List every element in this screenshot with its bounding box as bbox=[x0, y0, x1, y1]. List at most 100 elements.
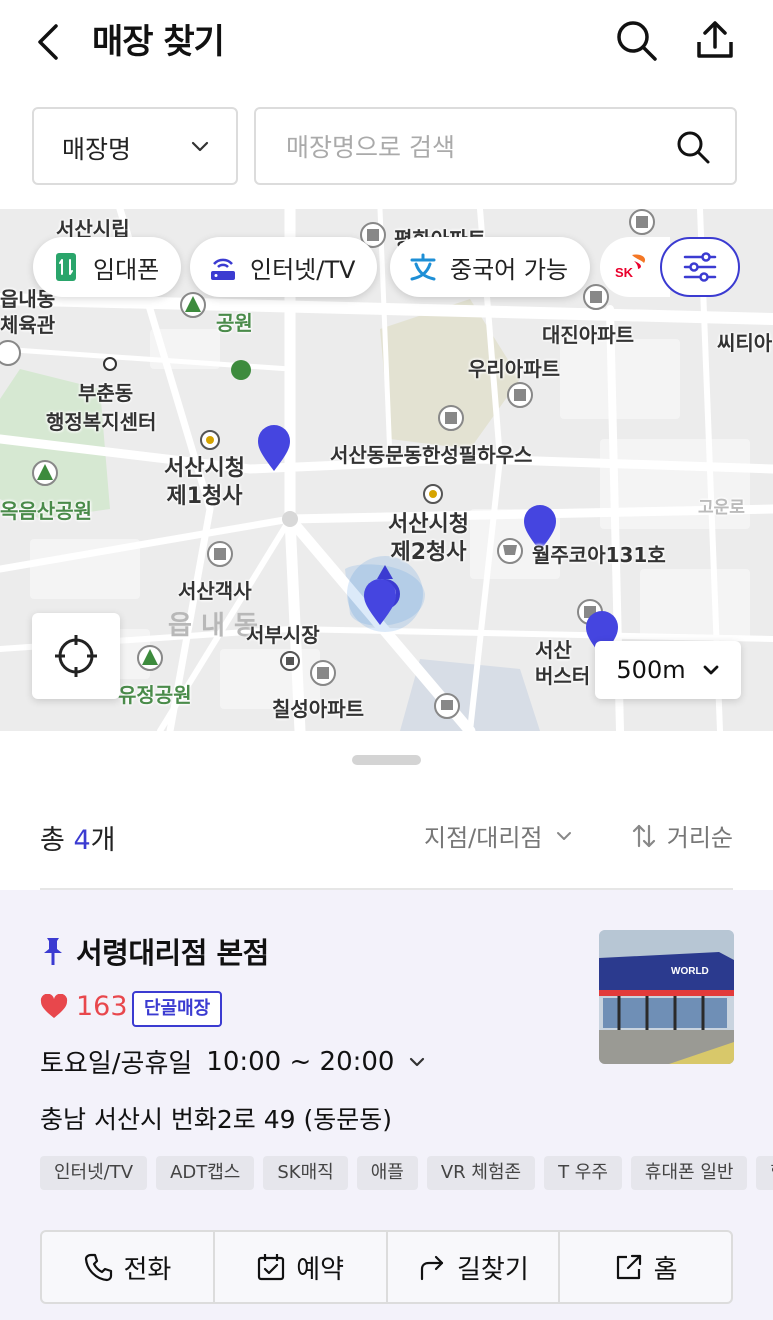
search-type-select[interactable]: 매장명 bbox=[32, 107, 238, 185]
router-icon bbox=[208, 252, 238, 282]
directions-label: 길찾기 bbox=[456, 1254, 529, 1285]
reserve-button[interactable]: 예약 bbox=[215, 1232, 388, 1302]
directions-arrow-icon bbox=[420, 1255, 444, 1281]
filter-chip-chinese[interactable]: 중국어 가능 bbox=[390, 237, 591, 297]
crosshair-icon bbox=[55, 635, 97, 677]
hours-time: 10:00 ~ 20:00 bbox=[206, 1046, 395, 1077]
external-link-icon bbox=[616, 1254, 641, 1280]
sk-logo-text: SK bbox=[615, 265, 634, 279]
sk-logo-icon: SK bbox=[614, 251, 654, 283]
filter-chip-label: 인터넷/TV bbox=[250, 255, 356, 284]
homepage-button[interactable]: 홈 bbox=[560, 1232, 731, 1302]
map-label: 서산시청 제1청사 bbox=[164, 456, 245, 509]
header-search-button[interactable] bbox=[614, 18, 660, 64]
store-title: 서령대리점 본점 bbox=[40, 930, 269, 972]
search-icon[interactable] bbox=[675, 129, 711, 165]
map-label: 서산시청 제2청사 bbox=[388, 512, 469, 565]
chevron-down-icon bbox=[556, 831, 571, 840]
filter-chip-internet-tv[interactable]: 인터넷/TV bbox=[190, 237, 378, 297]
map-label: 씨티아 bbox=[717, 331, 773, 355]
store-hours[interactable]: 토요일/공휴일 10:00 ~ 20:00 bbox=[40, 1043, 426, 1080]
current-location-button[interactable] bbox=[32, 613, 120, 699]
chevron-down-icon bbox=[191, 141, 209, 152]
map-label: 고운로 bbox=[698, 498, 745, 518]
map-label: 서산동문동한성필하우스 bbox=[330, 443, 533, 467]
regular-store-badge: 단골매장 bbox=[132, 991, 223, 1027]
map-label: 공원 bbox=[216, 311, 253, 335]
search-row: 매장명 bbox=[32, 107, 737, 185]
service-tags: 인터넷/TV ADT캡스 SK매직 애플 VR 체험존 T 우주 휴대폰 일반 … bbox=[40, 1156, 773, 1190]
map-label: 칠성아파트 bbox=[272, 697, 364, 721]
search-icon bbox=[617, 21, 657, 61]
chinese-language-icon bbox=[408, 252, 438, 282]
search-box bbox=[254, 107, 737, 185]
page-title: 매장 찾기 bbox=[92, 22, 225, 62]
service-tag: ADT캡스 bbox=[156, 1156, 255, 1190]
call-label: 전화 bbox=[123, 1254, 172, 1285]
service-tag: SK매직 bbox=[263, 1156, 348, 1190]
service-tag: VR 체험존 bbox=[426, 1156, 536, 1190]
sort-label: 거리순 bbox=[666, 824, 733, 852]
chevron-down-icon bbox=[703, 665, 718, 675]
app-header: 매장 찾기 bbox=[0, 0, 773, 88]
share-button[interactable] bbox=[692, 18, 738, 64]
map-label: 옥음산공원 bbox=[0, 499, 92, 523]
map-label: 체육관 bbox=[0, 313, 56, 337]
service-tag: T 우주 bbox=[544, 1156, 622, 1190]
store-type-label: 지점/대리점 bbox=[424, 824, 543, 852]
phone-rental-icon bbox=[51, 252, 81, 282]
service-tag: 휴대폰 일반 bbox=[630, 1156, 748, 1190]
hours-days: 토요일/공휴일 bbox=[40, 1049, 193, 1079]
map-label: 읍 내 동 bbox=[168, 611, 258, 641]
sort-icon bbox=[632, 824, 655, 847]
calendar-check-icon bbox=[258, 1254, 285, 1281]
filter-settings-button[interactable] bbox=[660, 237, 740, 297]
sliders-icon bbox=[683, 252, 717, 282]
map-scale-label: 500m bbox=[616, 656, 686, 684]
heart-icon bbox=[40, 993, 68, 1018]
map-scale-select[interactable]: 500m bbox=[595, 641, 741, 699]
bottom-sheet-handle[interactable] bbox=[352, 755, 421, 765]
store-type-filter[interactable]: 지점/대리점 bbox=[424, 818, 573, 853]
store-actions: 전화 예약 길찾기 홈 bbox=[40, 1230, 733, 1304]
map-label: 부춘동 bbox=[78, 381, 134, 405]
map-label: 행정복지센터 bbox=[46, 410, 157, 434]
results-summary: 총 4개 지점/대리점 거리순 bbox=[40, 810, 733, 860]
total-prefix: 총 bbox=[40, 825, 65, 856]
total-suffix: 개 bbox=[90, 825, 116, 856]
back-button[interactable] bbox=[28, 20, 72, 64]
store-card[interactable]: 서령대리점 본점 WORLD 163 단골매장 토요일/공휴일 10:00 ~ … bbox=[0, 890, 773, 1320]
phone-icon bbox=[85, 1253, 113, 1282]
service-tag: 인터넷/TV bbox=[40, 1156, 148, 1190]
filter-chip-rental-phone[interactable]: 임대폰 bbox=[33, 237, 182, 297]
back-arrow-icon bbox=[38, 24, 58, 60]
share-icon bbox=[697, 21, 733, 58]
like-count: 163 bbox=[76, 991, 128, 1022]
store-address: 충남 서산시 번화2로 49 (동문동) bbox=[40, 1105, 393, 1134]
sort-button[interactable]: 거리순 bbox=[631, 818, 733, 853]
search-input[interactable] bbox=[286, 127, 656, 167]
homepage-label: 홈 bbox=[653, 1254, 678, 1285]
store-name: 서령대리점 본점 bbox=[76, 936, 269, 970]
svg-text:WORLD: WORLD bbox=[671, 966, 709, 977]
map-label: 월주코아131호 bbox=[532, 543, 666, 567]
chevron-down-icon bbox=[410, 1057, 425, 1066]
map-label: 서부시장 bbox=[246, 623, 320, 647]
reserve-label: 예약 bbox=[296, 1254, 345, 1285]
store-photo[interactable]: WORLD bbox=[599, 930, 734, 1064]
map-label: 대진아파트 bbox=[542, 323, 634, 347]
service-tag: 애플 bbox=[356, 1156, 418, 1190]
call-button[interactable]: 전화 bbox=[42, 1232, 215, 1302]
map-label: 우리아파트 bbox=[468, 357, 560, 381]
results-total: 총 4개 bbox=[40, 818, 115, 857]
map-label: 서산객사 bbox=[178, 579, 252, 603]
map-label: 서산 버스터 bbox=[535, 638, 591, 688]
service-tag: 행 bbox=[756, 1156, 773, 1190]
directions-button[interactable]: 길찾기 bbox=[388, 1232, 561, 1302]
search-type-label: 매장명 bbox=[62, 135, 132, 164]
filter-chip-label: 중국어 가능 bbox=[450, 255, 569, 284]
total-count: 4 bbox=[73, 825, 91, 856]
like-button[interactable]: 163 bbox=[40, 991, 128, 1022]
filter-chip-label: 임대폰 bbox=[93, 255, 160, 284]
pin-icon bbox=[44, 938, 62, 965]
